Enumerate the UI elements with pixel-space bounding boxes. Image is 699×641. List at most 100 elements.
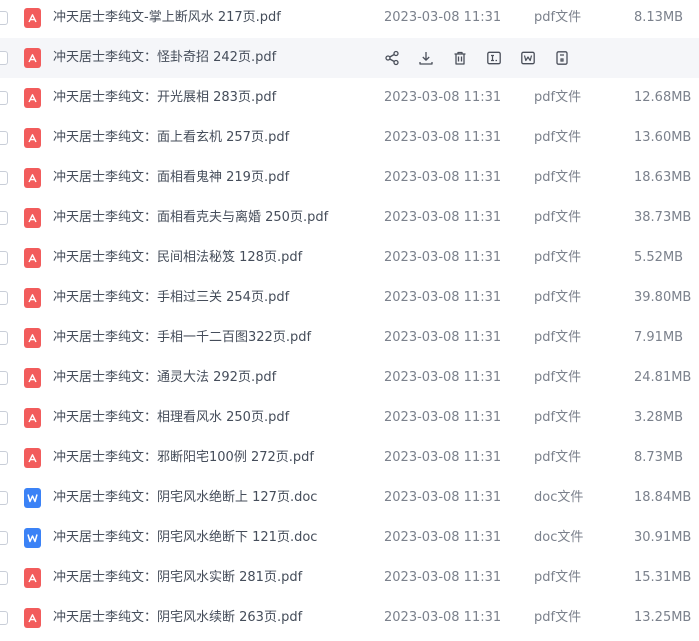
file-date: 2023-03-08 11:31 [384, 210, 502, 225]
doc-file-icon [24, 488, 41, 508]
file-name[interactable]: 冲天居士李纯文：手相过三关 254页.pdf [53, 278, 289, 318]
file-name[interactable]: 冲天居士李纯文：相理看风水 250页.pdf [53, 398, 289, 438]
file-name[interactable]: 冲天居士李纯文：开光展相 283页.pdf [53, 78, 276, 118]
file-date: 2023-03-08 11:31 [384, 530, 502, 545]
file-date: 2023-03-08 11:31 [384, 170, 502, 185]
file-row[interactable]: 冲天居士李纯文：阴宅风水续断 263页.pdf 2023-03-08 11:31 p… [0, 598, 699, 638]
pdf-file-icon [24, 568, 41, 588]
file-type: pdf文件 [534, 90, 582, 105]
file-size: 3.28MB [634, 410, 684, 425]
row-checkbox[interactable] [0, 171, 8, 185]
file-name[interactable]: 冲天居士李纯文：面相看鬼神 219页.pdf [53, 158, 289, 198]
row-checkbox[interactable] [0, 131, 8, 145]
delete-icon[interactable] [451, 49, 469, 67]
file-name[interactable]: 冲天居士李纯文-掌上断风水 217页.pdf [53, 0, 281, 38]
row-checkbox[interactable] [0, 331, 8, 345]
row-checkbox[interactable] [0, 91, 8, 105]
file-name[interactable]: 冲天居士李纯文：怪卦奇招 242页.pdf [53, 38, 276, 78]
file-row[interactable]: 冲天居士李纯文：开光展相 283页.pdf 2023-03-08 11:31 pdf… [0, 78, 699, 118]
file-row[interactable]: 冲天居士李纯文：相理看风水 250页.pdf 2023-03-08 11:31 pd… [0, 398, 699, 438]
file-size: 39.80MB [634, 290, 692, 305]
file-row[interactable]: 冲天居士李纯文：手相过三关 254页.pdf 2023-03-08 11:31 pd… [0, 278, 699, 318]
file-date: 2023-03-08 11:31 [384, 10, 502, 25]
row-checkbox[interactable] [0, 571, 8, 585]
row-checkbox[interactable] [0, 11, 8, 25]
file-row[interactable]: 冲天居士李纯文：面相看鬼神 219页.pdf 2023-03-08 11:31 pd… [0, 158, 699, 198]
pdf-file-icon [24, 448, 41, 468]
file-type: pdf文件 [534, 10, 582, 25]
file-size: 18.63MB [634, 170, 692, 185]
file-row[interactable]: 冲天居士李纯文：阴宅风水绝断下 121页.doc 2023-03-08 11:31… [0, 518, 699, 558]
pdf-file-icon [24, 608, 41, 628]
file-date: 2023-03-08 11:31 [384, 330, 502, 345]
file-row[interactable]: 冲天居士李纯文：民间相法秘笈 128页.pdf 2023-03-08 11:31 p… [0, 238, 699, 278]
file-size: 30.91MB [634, 530, 692, 545]
file-row[interactable]: 冲天居士李纯文：面上看玄机 257页.pdf 2023-03-08 11:31 pd… [0, 118, 699, 158]
file-date: 2023-03-08 11:31 [384, 410, 502, 425]
file-row[interactable]: 冲天居士李纯文：阴宅风水实断 281页.pdf 2023-03-08 11:31 p… [0, 558, 699, 598]
file-name[interactable]: 冲天居士李纯文：阴宅风水绝断上 127页.doc [53, 478, 317, 518]
file-type: pdf文件 [534, 450, 582, 465]
file-row[interactable]: 冲天居士李纯文：通灵大法 292页.pdf 2023-03-08 11:31 pdf… [0, 358, 699, 398]
row-checkbox[interactable] [0, 371, 8, 385]
more-icon[interactable] [553, 49, 571, 67]
pdf-file-icon [24, 128, 41, 148]
row-action-toolbar [383, 49, 571, 67]
file-type: pdf文件 [534, 570, 582, 585]
file-date: 2023-03-08 11:31 [384, 570, 502, 585]
file-date: 2023-03-08 11:31 [384, 370, 502, 385]
file-type: pdf文件 [534, 610, 582, 625]
pdf-file-icon [24, 8, 41, 28]
file-row[interactable]: 冲天居士李纯文：面相看克夫与离婚 250页.pdf 2023-03-08 11:3… [0, 198, 699, 238]
file-name[interactable]: 冲天居士李纯文：面相看克夫与离婚 250页.pdf [53, 198, 328, 238]
file-row[interactable]: 冲天居士李纯文-掌上断风水 217页.pdf 2023-03-08 11:31 pd… [0, 0, 699, 38]
file-type: doc文件 [534, 530, 584, 545]
file-name[interactable]: 冲天居士李纯文：民间相法秘笈 128页.pdf [53, 238, 302, 278]
row-checkbox[interactable] [0, 531, 8, 545]
file-name[interactable]: 冲天居士李纯文：通灵大法 292页.pdf [53, 358, 276, 398]
share-icon[interactable] [383, 49, 401, 67]
file-size: 15.31MB [634, 570, 692, 585]
row-checkbox[interactable] [0, 451, 8, 465]
file-date: 2023-03-08 11:31 [384, 490, 502, 505]
file-row[interactable]: 冲天居士李纯文：邪断阳宅100例 272页.pdf 2023-03-08 11:3… [0, 438, 699, 478]
row-checkbox[interactable] [0, 251, 8, 265]
pdf-file-icon [24, 248, 41, 268]
file-name[interactable]: 冲天居士李纯文：手相一千二百图322页.pdf [53, 318, 311, 358]
file-size: 38.73MB [634, 210, 692, 225]
row-checkbox[interactable] [0, 611, 8, 625]
file-row[interactable]: 冲天居士李纯文：手相一千二百图322页.pdf 2023-03-08 11:31 p… [0, 318, 699, 358]
pdf-file-icon [24, 88, 41, 108]
rename-icon[interactable] [485, 49, 503, 67]
file-date: 2023-03-08 11:31 [384, 450, 502, 465]
file-size: 7.91MB [634, 330, 684, 345]
file-date: 2023-03-08 11:31 [384, 610, 502, 625]
pdf-file-icon [24, 408, 41, 428]
file-name[interactable]: 冲天居士李纯文：阴宅风水续断 263页.pdf [53, 598, 302, 638]
file-name[interactable]: 冲天居士李纯文：邪断阳宅100例 272页.pdf [53, 438, 314, 478]
file-name[interactable]: 冲天居士李纯文：阴宅风水绝断下 121页.doc [53, 518, 317, 558]
file-row[interactable]: 冲天居士李纯文：怪卦奇招 242页.pdf [0, 38, 699, 78]
file-name[interactable]: 冲天居士李纯文：阴宅风水实断 281页.pdf [53, 558, 302, 598]
file-row[interactable]: 冲天居士李纯文：阴宅风水绝断上 127页.doc 2023-03-08 11:31… [0, 478, 699, 518]
word-icon[interactable] [519, 49, 537, 67]
download-icon[interactable] [417, 49, 435, 67]
row-checkbox[interactable] [0, 211, 8, 225]
doc-file-icon [24, 528, 41, 548]
pdf-file-icon [24, 368, 41, 388]
file-date: 2023-03-08 11:31 [384, 250, 502, 265]
file-list: 冲天居士李纯文-掌上断风水 217页.pdf 2023-03-08 11:31 pd… [0, 0, 699, 638]
row-checkbox[interactable] [0, 491, 8, 505]
pdf-file-icon [24, 168, 41, 188]
file-name[interactable]: 冲天居士李纯文：面上看玄机 257页.pdf [53, 118, 289, 158]
row-checkbox[interactable] [0, 291, 8, 305]
file-size: 12.68MB [634, 90, 692, 105]
file-type: pdf文件 [534, 130, 582, 145]
row-checkbox[interactable] [0, 51, 8, 65]
pdf-file-icon [24, 328, 41, 348]
row-checkbox[interactable] [0, 411, 8, 425]
file-date: 2023-03-08 11:31 [384, 90, 502, 105]
file-size: 13.60MB [634, 130, 692, 145]
file-date: 2023-03-08 11:31 [384, 290, 502, 305]
pdf-file-icon [24, 48, 41, 68]
